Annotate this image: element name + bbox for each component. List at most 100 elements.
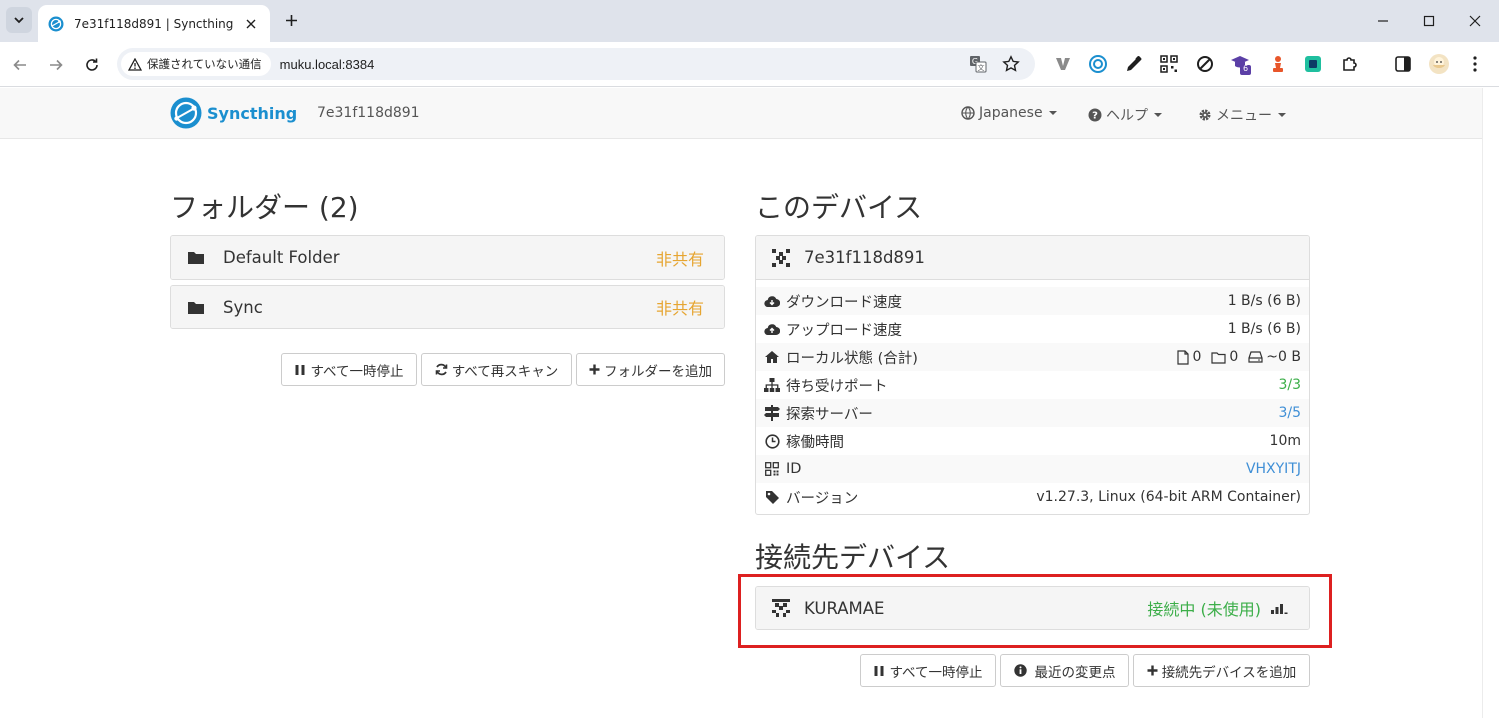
info-row-discovery: 探索サーバー 3/5 bbox=[756, 399, 1309, 427]
close-icon bbox=[1469, 15, 1481, 27]
globe-icon bbox=[961, 106, 975, 120]
extension-block-button[interactable] bbox=[1194, 53, 1216, 75]
profile-avatar-button[interactable] bbox=[1428, 53, 1450, 75]
info-value: 1 B/s (6 B) bbox=[1227, 321, 1301, 337]
security-label: 保護されていない通信 bbox=[147, 57, 262, 71]
browser-tabstrip: 7e31f118d891 | Syncthing bbox=[0, 0, 1499, 42]
recent-changes-button[interactable]: 最近の変更点 bbox=[1000, 654, 1129, 687]
url-text[interactable]: muku.local:8384 bbox=[280, 57, 375, 72]
cloud-download-icon bbox=[764, 295, 780, 307]
bookmark-star-button[interactable] bbox=[1001, 54, 1021, 74]
hdd-icon bbox=[1248, 351, 1263, 363]
help-menu-label: ヘルプ bbox=[1106, 108, 1148, 124]
block-icon bbox=[1197, 56, 1213, 72]
extension-v-icon bbox=[1056, 58, 1070, 70]
reload-icon bbox=[86, 58, 98, 71]
this-device-header[interactable]: 7e31f118d891 bbox=[756, 236, 1309, 280]
security-indicator[interactable]: 保護されていない通信 bbox=[121, 52, 271, 76]
puzzle-icon bbox=[1343, 57, 1357, 71]
address-bar[interactable]: 保護されていない通信 muku.local:8384 G文 bbox=[117, 48, 1035, 80]
help-menu[interactable]: ? ヘルプ bbox=[1088, 105, 1162, 125]
folder-name: Default Folder bbox=[223, 248, 340, 267]
local-state-values: 0 0 ~0 B bbox=[1177, 349, 1301, 365]
kebab-menu-icon bbox=[1473, 56, 1477, 72]
extension-v-button[interactable] bbox=[1052, 53, 1074, 75]
extension-badge-button[interactable]: 6 bbox=[1230, 53, 1252, 75]
browser-menu-button[interactable] bbox=[1464, 53, 1486, 75]
side-panel-icon bbox=[1395, 56, 1411, 72]
info-label: ローカル状態 (合計) bbox=[786, 350, 918, 367]
info-row-listeners: 待ち受けポート 3/3 bbox=[756, 371, 1309, 399]
pause-icon bbox=[874, 665, 884, 676]
graduation-cap-icon bbox=[1231, 56, 1251, 75]
browser-tab-active[interactable]: 7e31f118d891 | Syncthing bbox=[38, 5, 270, 42]
chess-piece-icon bbox=[1273, 56, 1283, 72]
tab-search-button[interactable] bbox=[6, 7, 32, 33]
translate-icon: G文 bbox=[970, 56, 987, 73]
page-scrollbar[interactable] bbox=[1482, 88, 1499, 718]
folder-status: 非共有 bbox=[655, 249, 704, 269]
svg-text:?: ? bbox=[1092, 111, 1098, 122]
forward-button[interactable] bbox=[43, 52, 69, 78]
language-menu[interactable]: Japanese bbox=[961, 105, 1057, 121]
extension-circle-icon bbox=[1089, 55, 1107, 73]
extension-qr-button[interactable] bbox=[1158, 53, 1180, 75]
clock-icon bbox=[764, 433, 780, 449]
extension-chess-button[interactable] bbox=[1267, 53, 1289, 75]
add-remote-device-button[interactable]: 接続先デバイスを追加 bbox=[1133, 654, 1310, 687]
eyedropper-icon bbox=[1127, 56, 1142, 71]
svg-text:文: 文 bbox=[978, 63, 985, 72]
this-device-panel: 7e31f118d891 ダウンロード速度 1 B/s (6 B) アップロード… bbox=[755, 235, 1310, 515]
this-device-info-table: ダウンロード速度 1 B/s (6 B) アップロード速度 1 B/s (6 B… bbox=[756, 280, 1309, 511]
back-button[interactable] bbox=[7, 52, 33, 78]
pause-all-devices-label: すべて一時停止 bbox=[889, 664, 983, 681]
reload-button[interactable] bbox=[79, 52, 105, 78]
tab-close-button[interactable] bbox=[242, 15, 260, 33]
main-menu[interactable]: メニュー bbox=[1198, 105, 1286, 125]
info-row-version: バージョン v1.27.3, Linux (64-bit ARM Contain… bbox=[756, 483, 1309, 511]
extension-eyedropper-button[interactable] bbox=[1123, 53, 1145, 75]
plus-icon bbox=[285, 14, 297, 26]
extension-circle-button[interactable] bbox=[1087, 53, 1109, 75]
info-label: 待ち受けポート bbox=[786, 378, 888, 395]
info-row-local-state: ローカル状態 (合計) 0 0 ~0 B bbox=[756, 343, 1309, 371]
rescan-all-button[interactable]: すべて再スキャン bbox=[421, 353, 572, 386]
pause-all-folders-button[interactable]: すべて一時停止 bbox=[281, 353, 417, 386]
side-panel-button[interactable] bbox=[1392, 53, 1414, 75]
info-label: ID bbox=[786, 461, 802, 477]
listeners-value[interactable]: 3/3 bbox=[1278, 377, 1301, 393]
window-maximize-button[interactable] bbox=[1416, 8, 1442, 34]
avatar-icon bbox=[1429, 54, 1449, 74]
gear-icon bbox=[1199, 109, 1211, 121]
remote-devices-heading: 接続先デバイス bbox=[755, 541, 951, 574]
folder-panel-sync[interactable]: Sync 非共有 bbox=[170, 285, 725, 329]
this-device-name: 7e31f118d891 bbox=[804, 248, 925, 267]
local-size: ~0 B bbox=[1266, 349, 1301, 365]
qr-code-icon bbox=[765, 462, 779, 476]
folder-name: Sync bbox=[223, 297, 263, 317]
extensions-menu-button[interactable] bbox=[1339, 53, 1361, 75]
qr-code-icon bbox=[1160, 55, 1178, 73]
info-label: バージョン bbox=[786, 490, 859, 507]
arrow-right-icon bbox=[50, 59, 63, 71]
brand-logo[interactable]: Syncthing bbox=[170, 97, 297, 129]
window-close-button[interactable] bbox=[1462, 8, 1488, 34]
caret-down-icon bbox=[1278, 113, 1286, 117]
brand-name: Syncthing bbox=[207, 103, 298, 123]
pause-all-devices-button[interactable]: すべて一時停止 bbox=[860, 654, 996, 687]
recent-changes-label: 最近の変更点 bbox=[1034, 664, 1116, 681]
info-row-download: ダウンロード速度 1 B/s (6 B) bbox=[756, 287, 1309, 315]
extension-teal-button[interactable] bbox=[1302, 53, 1324, 75]
tag-icon bbox=[765, 490, 779, 504]
add-folder-button[interactable]: フォルダーを追加 bbox=[576, 353, 725, 386]
window-minimize-button[interactable] bbox=[1370, 8, 1396, 34]
this-device-heading: このデバイス bbox=[755, 191, 923, 224]
translate-button[interactable]: G文 bbox=[968, 54, 988, 74]
device-id-value[interactable]: VHXYITJ bbox=[1246, 461, 1301, 477]
folders-heading: フォルダー (2) bbox=[170, 191, 359, 224]
info-label: ダウンロード速度 bbox=[786, 294, 902, 311]
discovery-value[interactable]: 3/5 bbox=[1278, 405, 1301, 421]
new-tab-button[interactable] bbox=[280, 9, 302, 31]
folder-panel-default[interactable]: Default Folder 非共有 bbox=[170, 235, 725, 280]
file-icon bbox=[1177, 349, 1190, 365]
